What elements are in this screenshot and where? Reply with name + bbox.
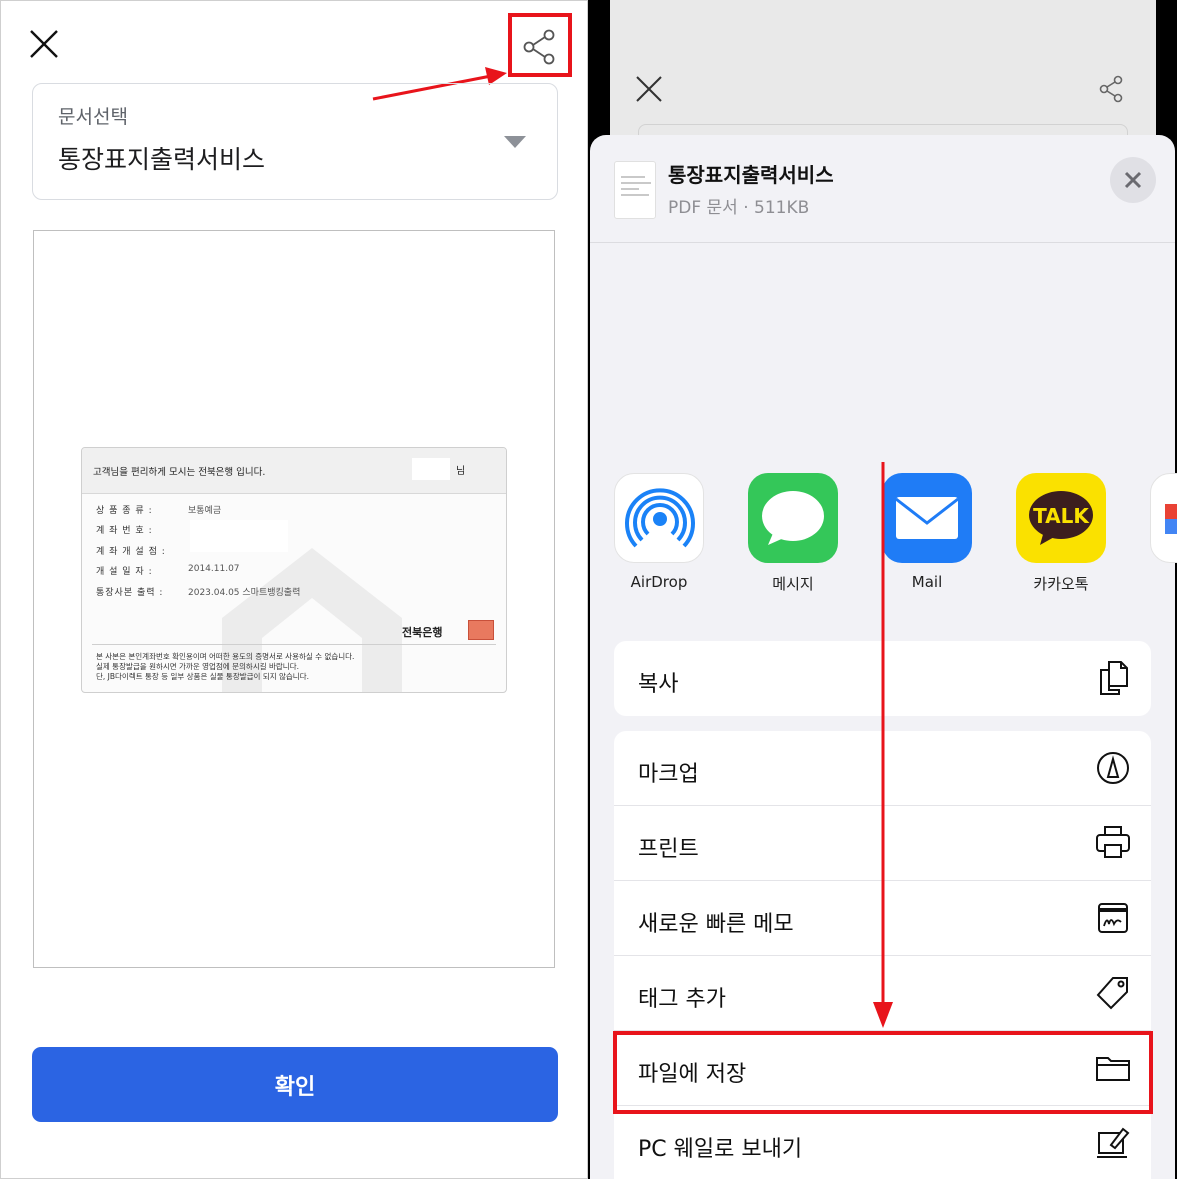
kakaotalk-icon: TALK: [1016, 473, 1106, 563]
share-icon: [1099, 75, 1123, 103]
dropdown-caret-icon: [504, 136, 526, 148]
card-greeting: 고객님을 편리하게 모시는 전북은행 입니다.: [93, 467, 266, 478]
document-select[interactable]: 문서선택 통장표지출력서비스: [32, 83, 558, 200]
close-sheet-button[interactable]: [1110, 157, 1156, 203]
action-label: 마크업: [638, 762, 699, 787]
whale-send-icon: [1097, 1127, 1130, 1158]
card-suffix: 님: [456, 466, 466, 477]
card-row-value: 보통예금: [188, 506, 222, 516]
card-divider: [92, 644, 496, 645]
app-name: 카카오톡: [1033, 575, 1089, 593]
annotation-arrow: [873, 462, 893, 1028]
close-icon[interactable]: [27, 27, 61, 61]
card-row-label: 계 좌 번 호 :: [96, 526, 153, 536]
action-label: 프린트: [638, 837, 699, 862]
masked-name: [412, 458, 450, 480]
app-messages[interactable]: 메시지: [738, 473, 848, 594]
messages-icon: [748, 473, 838, 563]
card-row-value: 2014.11.07: [188, 564, 240, 574]
pdf-thumbnail: [614, 161, 656, 219]
share-sheet-panel: 통장표지출력서비스 PDF 문서 · 511KB AirDrop 메시지 Mai…: [588, 0, 1177, 1179]
save-highlight-box: [613, 1031, 1153, 1114]
sheet-header: 통장표지출력서비스 PDF 문서 · 511KB: [590, 135, 1175, 243]
confirm-button[interactable]: 확인: [32, 1047, 558, 1122]
file-meta: PDF 문서 · 511KB: [668, 198, 810, 218]
app-kakaotalk[interactable]: TALK 카카오톡: [1006, 473, 1116, 594]
markup-icon: [1097, 752, 1129, 784]
app-airdrop[interactable]: AirDrop: [604, 473, 714, 591]
action-label: 새로운 빠른 메모: [638, 912, 794, 937]
masked-account: [190, 520, 288, 552]
app-name: 메시지: [772, 575, 814, 593]
card-row-label: 계 좌 개 설 점 :: [96, 547, 166, 557]
bank-logo: 전북은행: [402, 626, 443, 639]
action-label: 복사: [638, 672, 679, 697]
app-name: AirDrop: [630, 573, 688, 591]
file-name: 통장표지출력서비스: [668, 163, 834, 187]
document-viewer-panel: 문서선택 통장표지출력서비스 고객님을 편리하게 모시는 전북은행 입니다. 님…: [0, 0, 588, 1179]
app-partial-icon: [1150, 473, 1177, 563]
airdrop-icon: [614, 473, 704, 563]
card-row-label: 개 설 일 자 :: [96, 567, 153, 577]
card-row-label: 통장사본 출력 :: [96, 588, 164, 598]
card-row-value: 2023.04.05 스마트뱅킹출력: [188, 588, 301, 598]
bank-seal: [468, 620, 494, 640]
action-label: 태그 추가: [638, 987, 726, 1012]
select-value: 통장표지출력서비스: [58, 145, 266, 174]
kakao-badge: TALK: [1033, 504, 1090, 528]
close-icon: [636, 76, 662, 102]
app-partial[interactable]: [1140, 473, 1177, 563]
card-note: 단, JB다이렉트 통장 등 일부 상품은 실물 통장발급이 되지 않습니다.: [96, 672, 309, 681]
action-label: PC 웨일로 보내기: [638, 1137, 803, 1162]
quick-note-icon: [1098, 903, 1128, 933]
tag-icon: [1096, 977, 1128, 1010]
document-preview: 고객님을 편리하게 모시는 전북은행 입니다. 님 상 품 종 류 : 보통예금…: [33, 230, 555, 968]
card-row-label: 상 품 종 류 :: [96, 506, 153, 516]
copy-icon: [1100, 661, 1128, 695]
select-label: 문서선택: [58, 106, 128, 128]
action-whale-send[interactable]: PC 웨일로 보내기: [614, 1106, 1151, 1179]
close-icon: [1124, 171, 1142, 189]
passbook-cover: 고객님을 편리하게 모시는 전북은행 입니다. 님 상 품 종 류 : 보통예금…: [81, 447, 507, 693]
print-icon: [1096, 826, 1130, 858]
